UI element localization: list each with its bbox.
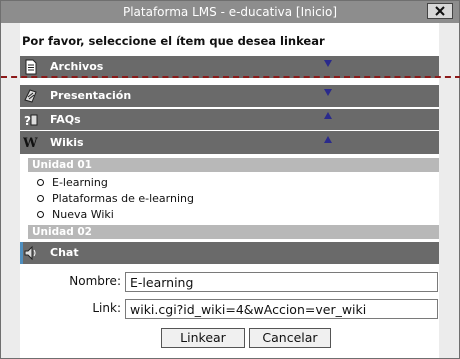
link-label: Link: [92, 301, 121, 315]
section-presentacion[interactable]: Presentación [20, 85, 439, 107]
nombre-input[interactable] [125, 272, 438, 292]
link-input[interactable] [125, 299, 438, 319]
unit-label: Unidad 02 [32, 226, 92, 238]
wiki-item[interactable]: Plataformas de e-learning [37, 192, 194, 205]
nombre-label: Nombre: [69, 274, 121, 288]
section-chat[interactable]: Chat [20, 242, 439, 264]
chat-speaker-icon [24, 245, 36, 261]
collapse-arrow-icon[interactable] [324, 136, 332, 143]
cancelar-button[interactable]: Cancelar [249, 328, 331, 348]
section-label: Wikis [50, 136, 84, 149]
faq-icon: ? [24, 114, 38, 128]
bullet-icon [37, 178, 44, 186]
expand-arrow-icon[interactable] [324, 89, 332, 96]
section-label: FAQs [50, 113, 81, 126]
dashed-guide-line [1, 76, 460, 78]
section-archivos[interactable]: Archivos [20, 56, 439, 78]
expand-arrow-icon[interactable] [324, 60, 332, 67]
section-label: Archivos [50, 60, 104, 73]
presentation-icon [24, 89, 37, 103]
wiki-item-label: Plataformas de e-learning [52, 192, 194, 205]
unit-header[interactable]: Unidad 02 [28, 225, 439, 239]
link-item-dialog: Plataforma LMS - e-ducativa [Inicio] Por… [0, 0, 460, 359]
bullet-icon [37, 194, 44, 202]
section-faqs[interactable]: ? FAQs [20, 109, 439, 130]
document-icon [25, 59, 37, 75]
close-x-icon [435, 6, 445, 16]
svg-text:W: W [23, 136, 38, 150]
bullet-icon [37, 210, 44, 218]
section-label: Presentación [50, 89, 132, 102]
instruction-text: Por favor, seleccione el ítem que desea … [22, 34, 325, 48]
wiki-item[interactable]: Nueva Wiki [37, 208, 114, 221]
wiki-item-label: Nueva Wiki [52, 208, 114, 221]
window-title: Plataforma LMS - e-ducativa [Inicio] [122, 5, 338, 19]
title-bar[interactable]: Plataforma LMS - e-ducativa [Inicio] [1, 1, 459, 23]
wiki-item[interactable]: E-learning [37, 176, 108, 189]
unit-header[interactable]: Unidad 01 [28, 158, 439, 172]
section-wikis[interactable]: W Wikis [20, 131, 439, 154]
linkear-button[interactable]: Linkear [161, 328, 245, 348]
svg-text:?: ? [24, 114, 31, 128]
wiki-item-label: E-learning [52, 176, 108, 189]
wiki-icon: W [23, 136, 38, 150]
section-label: Chat [50, 246, 79, 259]
collapse-arrow-icon[interactable] [324, 112, 332, 119]
close-button[interactable] [427, 3, 453, 19]
unit-label: Unidad 01 [32, 159, 92, 171]
